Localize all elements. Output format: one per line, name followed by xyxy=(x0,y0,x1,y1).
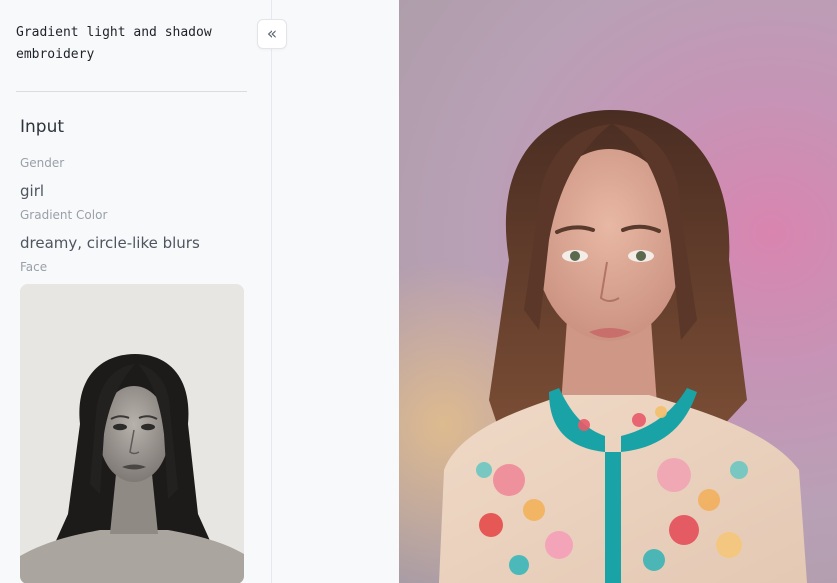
double-chevron-left-icon: « xyxy=(266,23,278,44)
face-portrait-illustration xyxy=(20,284,244,583)
embroidery-portrait-illustration xyxy=(439,109,807,583)
page-title: Gradient light and shadow embroidery xyxy=(16,25,220,62)
gender-label: Gender xyxy=(20,156,65,170)
section-title-input: Input xyxy=(20,117,65,137)
divider xyxy=(16,91,247,92)
gender-value: girl xyxy=(20,182,45,200)
gradient-color-label: Gradient Color xyxy=(20,208,108,222)
face-label: Face xyxy=(20,260,48,274)
content-gutter xyxy=(273,0,399,583)
input-sidebar: Gradient light and shadow embroidery Inp… xyxy=(0,0,272,583)
face-reference-image xyxy=(20,284,244,583)
collapse-sidebar-button[interactable]: « xyxy=(257,19,287,49)
gradient-color-value: dreamy, circle-like blurs xyxy=(20,234,200,252)
generated-result-image xyxy=(399,0,837,583)
